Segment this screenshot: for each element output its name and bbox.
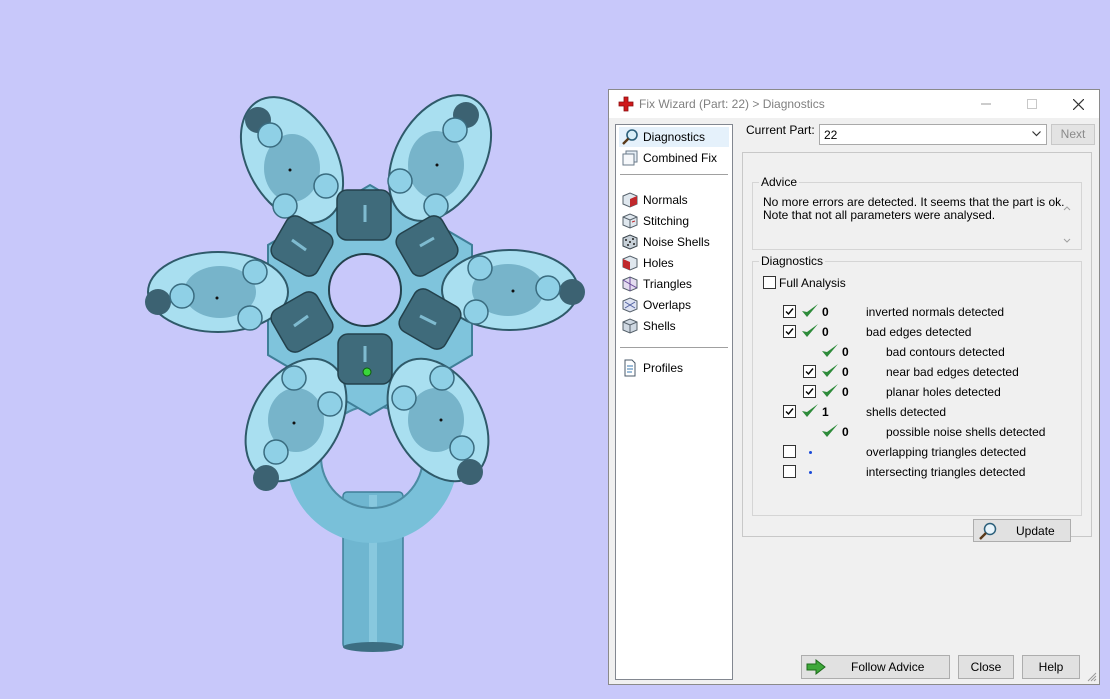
current-part-value: 22 <box>824 128 838 142</box>
nav-separator <box>620 347 728 348</box>
part-model[interactable] <box>0 0 600 699</box>
not-analysed-dot <box>809 451 812 454</box>
not-analysed-dot <box>809 471 812 474</box>
nav-item-shells[interactable]: Shells <box>619 316 729 336</box>
nav-item-profiles[interactable]: Profiles <box>619 358 729 378</box>
planar-holes-checkbox[interactable] <box>803 385 816 398</box>
nav-item-stitching[interactable]: Stitching <box>619 211 729 231</box>
nav-item-overlaps[interactable]: Overlaps <box>619 295 729 315</box>
green-check-icon <box>822 384 838 397</box>
nav-item-triangles[interactable]: Triangles <box>619 274 729 294</box>
checkmark-icon <box>805 388 814 396</box>
overlaps-cube-icon <box>622 297 638 313</box>
full-analysis-label: Full Analysis <box>779 276 846 290</box>
bad-contours-count: 0 <box>842 345 849 359</box>
maximize-icon <box>1027 99 1037 109</box>
planar-holes-label: planar holes detected <box>886 385 1001 399</box>
near-bad-edges-count: 0 <box>842 365 849 379</box>
magnifier-icon <box>622 129 638 145</box>
advice-line-2: Note that not all parameters were analys… <box>763 208 996 222</box>
checkmark-icon <box>785 408 794 416</box>
stack-icon <box>622 150 638 166</box>
green-check-icon <box>802 324 818 337</box>
overlapping-triangles-label: overlapping triangles detected <box>866 445 1027 459</box>
planar-holes-count: 0 <box>842 385 849 399</box>
title-bar[interactable]: Fix Wizard (Part: 22) > Diagnostics <box>609 90 1099 118</box>
stitching-cube-icon <box>622 213 638 229</box>
advice-title: Advice <box>759 175 800 189</box>
chevron-down-icon <box>1032 131 1041 137</box>
green-check-icon <box>802 304 818 317</box>
red-cross-icon <box>618 96 634 112</box>
checkmark-icon <box>785 328 794 336</box>
checkmark-icon <box>805 368 814 376</box>
nav-item-diagnostics[interactable]: Diagnostics <box>619 127 729 147</box>
shells-checkbox[interactable] <box>783 405 796 418</box>
advice-text-box[interactable]: No more errors are detected. It seems th… <box>761 191 1074 243</box>
bad-edges-checkbox[interactable] <box>783 325 796 338</box>
minimize-button[interactable] <box>963 90 1009 118</box>
magnifier-icon <box>979 522 997 540</box>
intersecting-triangles-label: intersecting triangles detected <box>866 465 1026 479</box>
inverted-normals-checkbox[interactable] <box>783 305 796 318</box>
fix-nav-list: Diagnostics Combined Fix Normals Stitchi… <box>615 124 733 680</box>
green-check-icon <box>822 344 838 357</box>
checkmark-icon <box>785 308 794 316</box>
near-bad-edges-label: near bad edges detected <box>886 365 1019 379</box>
update-label: Update <box>1016 524 1055 538</box>
nav-item-holes[interactable]: Holes <box>619 253 729 273</box>
triangles-cube-icon <box>622 276 638 292</box>
green-arrow-icon <box>806 659 826 675</box>
shells-label: shells detected <box>866 405 947 419</box>
full-analysis-checkbox[interactable] <box>763 276 776 289</box>
follow-advice-label: Follow Advice <box>851 660 925 674</box>
close-button[interactable]: Close <box>958 655 1014 679</box>
inverted-normals-label: inverted normals detected <box>866 305 1005 319</box>
noise-shells-cube-icon <box>622 234 638 250</box>
intersecting-triangles-checkbox[interactable] <box>783 465 796 478</box>
nav-item-combined-fix[interactable]: Combined Fix <box>619 148 729 168</box>
nav-item-normals[interactable]: Normals <box>619 190 729 210</box>
scroll-arrows-icon[interactable] <box>1063 205 1071 245</box>
fix-wizard-window: Fix Wizard (Part: 22) > Diagnostics Diag… <box>608 89 1100 685</box>
window-title: Fix Wizard (Part: 22) > Diagnostics <box>639 97 825 111</box>
nav-item-noise-shells[interactable]: Noise Shells <box>619 232 729 252</box>
green-check-icon <box>822 424 838 437</box>
overlapping-triangles-checkbox[interactable] <box>783 445 796 458</box>
diagnostics-title: Diagnostics <box>759 254 826 268</box>
noise-shells-count: 0 <box>842 425 849 439</box>
noise-shells-label: possible noise shells detected <box>886 425 1046 439</box>
maximize-button[interactable] <box>1009 90 1055 118</box>
shells-count: 1 <box>822 405 829 419</box>
current-part-select[interactable]: 22 <box>819 124 1047 145</box>
close-icon <box>1073 99 1084 110</box>
diagnostics-panel: Advice No more errors are detected. It s… <box>742 152 1092 542</box>
update-button[interactable]: Update <box>973 519 1071 542</box>
holes-cube-icon <box>622 255 638 271</box>
bad-contours-label: bad contours detected <box>886 345 1005 359</box>
shells-cube-icon <box>622 318 638 334</box>
green-check-icon <box>802 404 818 417</box>
current-part-label: Current Part: <box>746 123 815 137</box>
document-icon <box>624 359 636 377</box>
nav-separator <box>620 174 728 175</box>
advice-group: Advice No more errors are detected. It s… <box>752 175 1082 250</box>
bad-edges-label: bad edges detected <box>866 325 972 339</box>
follow-advice-button[interactable]: Follow Advice <box>801 655 950 679</box>
resize-grip-icon[interactable] <box>1087 672 1097 682</box>
diagnostics-group: Diagnostics Full Analysis 0 inverted nor… <box>752 254 1082 516</box>
3d-viewport[interactable] <box>0 0 600 699</box>
normals-cube-icon <box>622 192 638 208</box>
minimize-icon <box>981 103 991 105</box>
green-check-icon <box>822 364 838 377</box>
bad-edges-count: 0 <box>822 325 829 339</box>
next-button[interactable]: Next <box>1051 124 1095 145</box>
close-window-button[interactable] <box>1055 90 1101 118</box>
near-bad-edges-checkbox[interactable] <box>803 365 816 378</box>
inverted-normals-count: 0 <box>822 305 829 319</box>
help-button[interactable]: Help <box>1022 655 1080 679</box>
